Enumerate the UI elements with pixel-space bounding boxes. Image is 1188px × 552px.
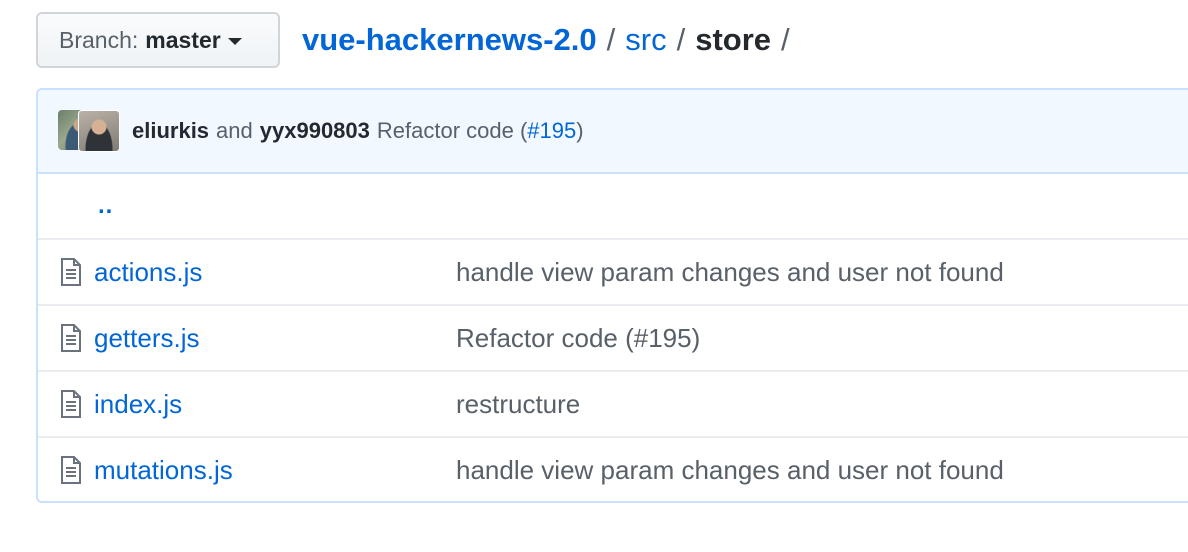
latest-commit-bar: eliurkis and yyx990803 Refactor code (#1… xyxy=(38,90,1188,174)
breadcrumb-separator: / xyxy=(606,22,616,57)
commit-pr-link[interactable]: #195 xyxy=(527,118,576,143)
commit-message-prefix[interactable]: Refactor code ( xyxy=(377,118,527,143)
commit-message-suffix: ) xyxy=(576,118,584,143)
file-list: eliurkis and yyx990803 Refactor code (#1… xyxy=(36,88,1188,503)
breadcrumb-separator: / xyxy=(676,22,686,57)
commit-avatars xyxy=(58,110,120,152)
commit-committer-link[interactable]: yyx990803 xyxy=(260,118,370,144)
file-row: mutations.js handle view param changes a… xyxy=(38,436,1188,501)
breadcrumb-current: store xyxy=(695,22,772,57)
file-name-link[interactable]: mutations.js xyxy=(94,455,456,486)
file-commit-message[interactable]: restructure xyxy=(456,389,580,420)
updir-row: .. xyxy=(38,174,1188,238)
parent-directory-link[interactable]: .. xyxy=(98,192,113,220)
file-icon xyxy=(56,258,86,286)
caret-down-icon xyxy=(227,37,242,45)
file-navigation: Branch: master vue-hackernews-2.0 / src … xyxy=(36,12,790,68)
branch-select-button[interactable]: Branch: master xyxy=(36,12,280,68)
file-commit-message[interactable]: handle view param changes and user not f… xyxy=(456,455,1004,486)
breadcrumb: vue-hackernews-2.0 / src / store / xyxy=(302,12,800,68)
file-icon xyxy=(56,390,86,418)
file-name-link[interactable]: getters.js xyxy=(94,323,456,354)
commit-conjunction: and xyxy=(216,118,253,143)
branch-name: master xyxy=(145,26,221,53)
file-name-link[interactable]: actions.js xyxy=(94,257,456,288)
commit-author-link[interactable]: eliurkis xyxy=(132,118,209,144)
commit-message: Refactor code (#195) xyxy=(377,118,584,144)
breadcrumb-separator: / xyxy=(781,22,790,57)
file-row: actions.js handle view param changes and… xyxy=(38,238,1188,304)
file-commit-message[interactable]: Refactor code (#195) xyxy=(456,323,700,354)
branch-prefix-label: Branch: xyxy=(59,26,139,53)
file-row: index.js restructure xyxy=(38,370,1188,436)
breadcrumb-repo-link[interactable]: vue-hackernews-2.0 xyxy=(302,22,597,58)
avatar[interactable] xyxy=(78,110,120,152)
file-row: getters.js Refactor code (#195) xyxy=(38,304,1188,370)
breadcrumb-folder-link[interactable]: src xyxy=(625,22,666,58)
file-name-link[interactable]: index.js xyxy=(94,389,456,420)
file-icon xyxy=(56,324,86,352)
file-icon xyxy=(56,456,86,484)
file-commit-message[interactable]: handle view param changes and user not f… xyxy=(456,257,1004,288)
